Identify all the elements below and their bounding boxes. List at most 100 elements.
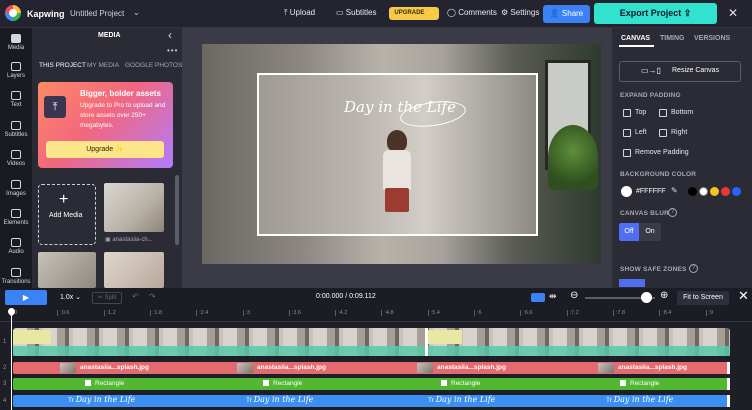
- nav-label: Videos: [6, 161, 26, 167]
- nav-videos[interactable]: Videos: [0, 150, 32, 167]
- left-nav: Media Layers Text Subtitles Videos Image…: [0, 28, 32, 288]
- nav-subtitles[interactable]: Subtitles: [0, 121, 32, 138]
- text-clip-label: Tr Day in the Life: [428, 395, 495, 404]
- rect-label-text: Rectangle: [273, 380, 303, 387]
- padding-right-checkbox[interactable]: [659, 129, 667, 137]
- zoom-slider-handle[interactable]: [641, 292, 652, 303]
- text-track-lane[interactable]: Tr Day in the Life Tr Day in the Life Tr…: [13, 395, 730, 407]
- color-preset-blue[interactable]: [732, 187, 741, 196]
- undo-icon[interactable]: ↶: [132, 292, 139, 301]
- nav-label: Media: [7, 45, 25, 51]
- collapse-panel-icon[interactable]: ‹: [168, 28, 172, 42]
- clip-end-handle[interactable]: [727, 362, 730, 374]
- gear-icon: ⚙: [501, 8, 511, 17]
- layers-icon: [11, 62, 21, 71]
- padding-top-checkbox[interactable]: [623, 109, 631, 117]
- blur-on-button[interactable]: On: [639, 223, 661, 241]
- nav-layers[interactable]: Layers: [0, 62, 32, 79]
- resize-canvas-label: Resize Canvas: [672, 67, 720, 74]
- nav-media[interactable]: Media: [0, 34, 32, 51]
- safe-zones-toggle[interactable]: [619, 279, 645, 287]
- background-hex-value[interactable]: #FFFFFF: [636, 188, 666, 195]
- share-button[interactable]: 👤 Share: [543, 5, 590, 23]
- tab-google-photos[interactable]: GOOGLE PHOTOS: [125, 62, 182, 69]
- comment-icon: ◯: [447, 8, 459, 17]
- zoom-in-icon[interactable]: ⊕: [660, 290, 668, 301]
- blur-off-button[interactable]: Off: [619, 223, 639, 241]
- text-icon: [11, 91, 21, 100]
- close-timeline-icon[interactable]: ✕: [738, 288, 749, 304]
- square-icon: [263, 380, 269, 386]
- tab-versions[interactable]: VERSIONS: [694, 35, 730, 42]
- tab-canvas[interactable]: CANVAS: [621, 35, 650, 42]
- rectangle-clip-label: Rectangle: [85, 380, 124, 387]
- close-icon[interactable]: ✕: [728, 6, 738, 20]
- split-label: Split: [104, 295, 117, 301]
- media-scrollbar[interactable]: [175, 175, 179, 245]
- nav-transitions[interactable]: Transitions: [0, 268, 32, 285]
- color-preset-black[interactable]: [688, 187, 697, 196]
- chevron-down-icon[interactable]: ⌄: [133, 8, 140, 17]
- brand-name[interactable]: Kapwing: [27, 9, 65, 19]
- padding-left-checkbox[interactable]: [623, 129, 631, 137]
- text-icon: Tr: [428, 397, 436, 404]
- timecode: 0:00.000 / 0:09.112: [316, 293, 376, 300]
- split-view-icon[interactable]: ⇹: [549, 291, 557, 302]
- audio-icon: [11, 238, 21, 247]
- image-track-lane[interactable]: anastasiia...splash.jpg anastasiia...spl…: [13, 362, 730, 374]
- nav-elements[interactable]: Elements: [0, 209, 32, 226]
- playback-speed-select[interactable]: 1.0x ⌄: [60, 293, 81, 301]
- snap-icon[interactable]: [531, 293, 545, 302]
- project-title[interactable]: Untitled Project: [70, 9, 124, 18]
- subtitles-icon: ▭: [336, 8, 346, 17]
- eyedropper-icon[interactable]: ✎: [671, 186, 678, 195]
- remove-padding-checkbox[interactable]: [623, 149, 631, 157]
- current-color-swatch[interactable]: [621, 186, 632, 197]
- nav-text[interactable]: Text: [0, 91, 32, 108]
- comments-button[interactable]: ◯ Comments: [447, 8, 497, 17]
- media-panel-title: MEDIA: [98, 32, 121, 39]
- kapwing-logo-icon[interactable]: [5, 5, 21, 21]
- upload-button[interactable]: ⤒ Upload: [284, 8, 315, 18]
- play-icon: ▶: [22, 293, 30, 302]
- canvas-title-text[interactable]: Day in the Life: [300, 98, 500, 116]
- fit-to-screen-button[interactable]: Fit to Screen: [677, 291, 729, 305]
- split-button[interactable]: ✂ Split: [92, 292, 122, 304]
- play-button[interactable]: ▶: [5, 290, 47, 305]
- zoom-out-icon[interactable]: ⊖: [570, 290, 578, 301]
- media-thumbnail[interactable]: [104, 183, 164, 232]
- nav-images[interactable]: Images: [0, 180, 32, 197]
- padding-bottom-checkbox[interactable]: [659, 109, 667, 117]
- tab-timing[interactable]: TIMING: [660, 35, 685, 42]
- color-preset-red[interactable]: [721, 187, 730, 196]
- shape-track-lane[interactable]: Rectangle Rectangle Rectangle Rectangle: [13, 378, 730, 390]
- image-clip-label: anastasiia...splash.jpg: [437, 364, 506, 371]
- media-thumbnail[interactable]: [38, 252, 96, 288]
- redo-icon[interactable]: ↷: [149, 292, 156, 301]
- ruler-tick-label: :4.8: [381, 310, 394, 316]
- color-preset-yellow[interactable]: [710, 187, 719, 196]
- promo-upgrade-button[interactable]: Upgrade ✨: [46, 141, 164, 158]
- color-preset-white[interactable]: [699, 187, 708, 196]
- nav-label: Audio: [8, 249, 24, 255]
- help-icon[interactable]: ?: [689, 264, 698, 273]
- clip-end-handle[interactable]: [727, 395, 730, 407]
- more-options-icon[interactable]: •••: [167, 46, 178, 55]
- ruler-tick-label: :3.6: [288, 310, 301, 316]
- media-thumbnail[interactable]: [104, 252, 164, 288]
- help-icon[interactable]: ?: [668, 208, 677, 217]
- settings-button[interactable]: ⚙ Settings: [501, 8, 539, 17]
- media-thumbnail-label: ▣ anastasiia-ch...: [105, 236, 153, 243]
- export-project-button[interactable]: Export Project ⇪: [594, 3, 717, 24]
- playhead[interactable]: [11, 308, 12, 410]
- tab-this-project[interactable]: THIS PROJECT: [39, 62, 86, 69]
- tab-my-media[interactable]: MY MEDIA: [87, 62, 119, 69]
- nav-audio[interactable]: Audio: [0, 238, 32, 255]
- upgrade-button[interactable]: UPGRADE ✨: [389, 7, 439, 20]
- clip-separator[interactable]: [425, 328, 428, 356]
- ruler-tick-label: :1.8: [149, 310, 163, 316]
- subtitles-button[interactable]: ▭ Subtitles: [336, 8, 376, 17]
- subtitles-icon: [11, 121, 21, 130]
- clip-end-handle[interactable]: [727, 378, 730, 390]
- scissors-icon: ✂: [97, 295, 105, 301]
